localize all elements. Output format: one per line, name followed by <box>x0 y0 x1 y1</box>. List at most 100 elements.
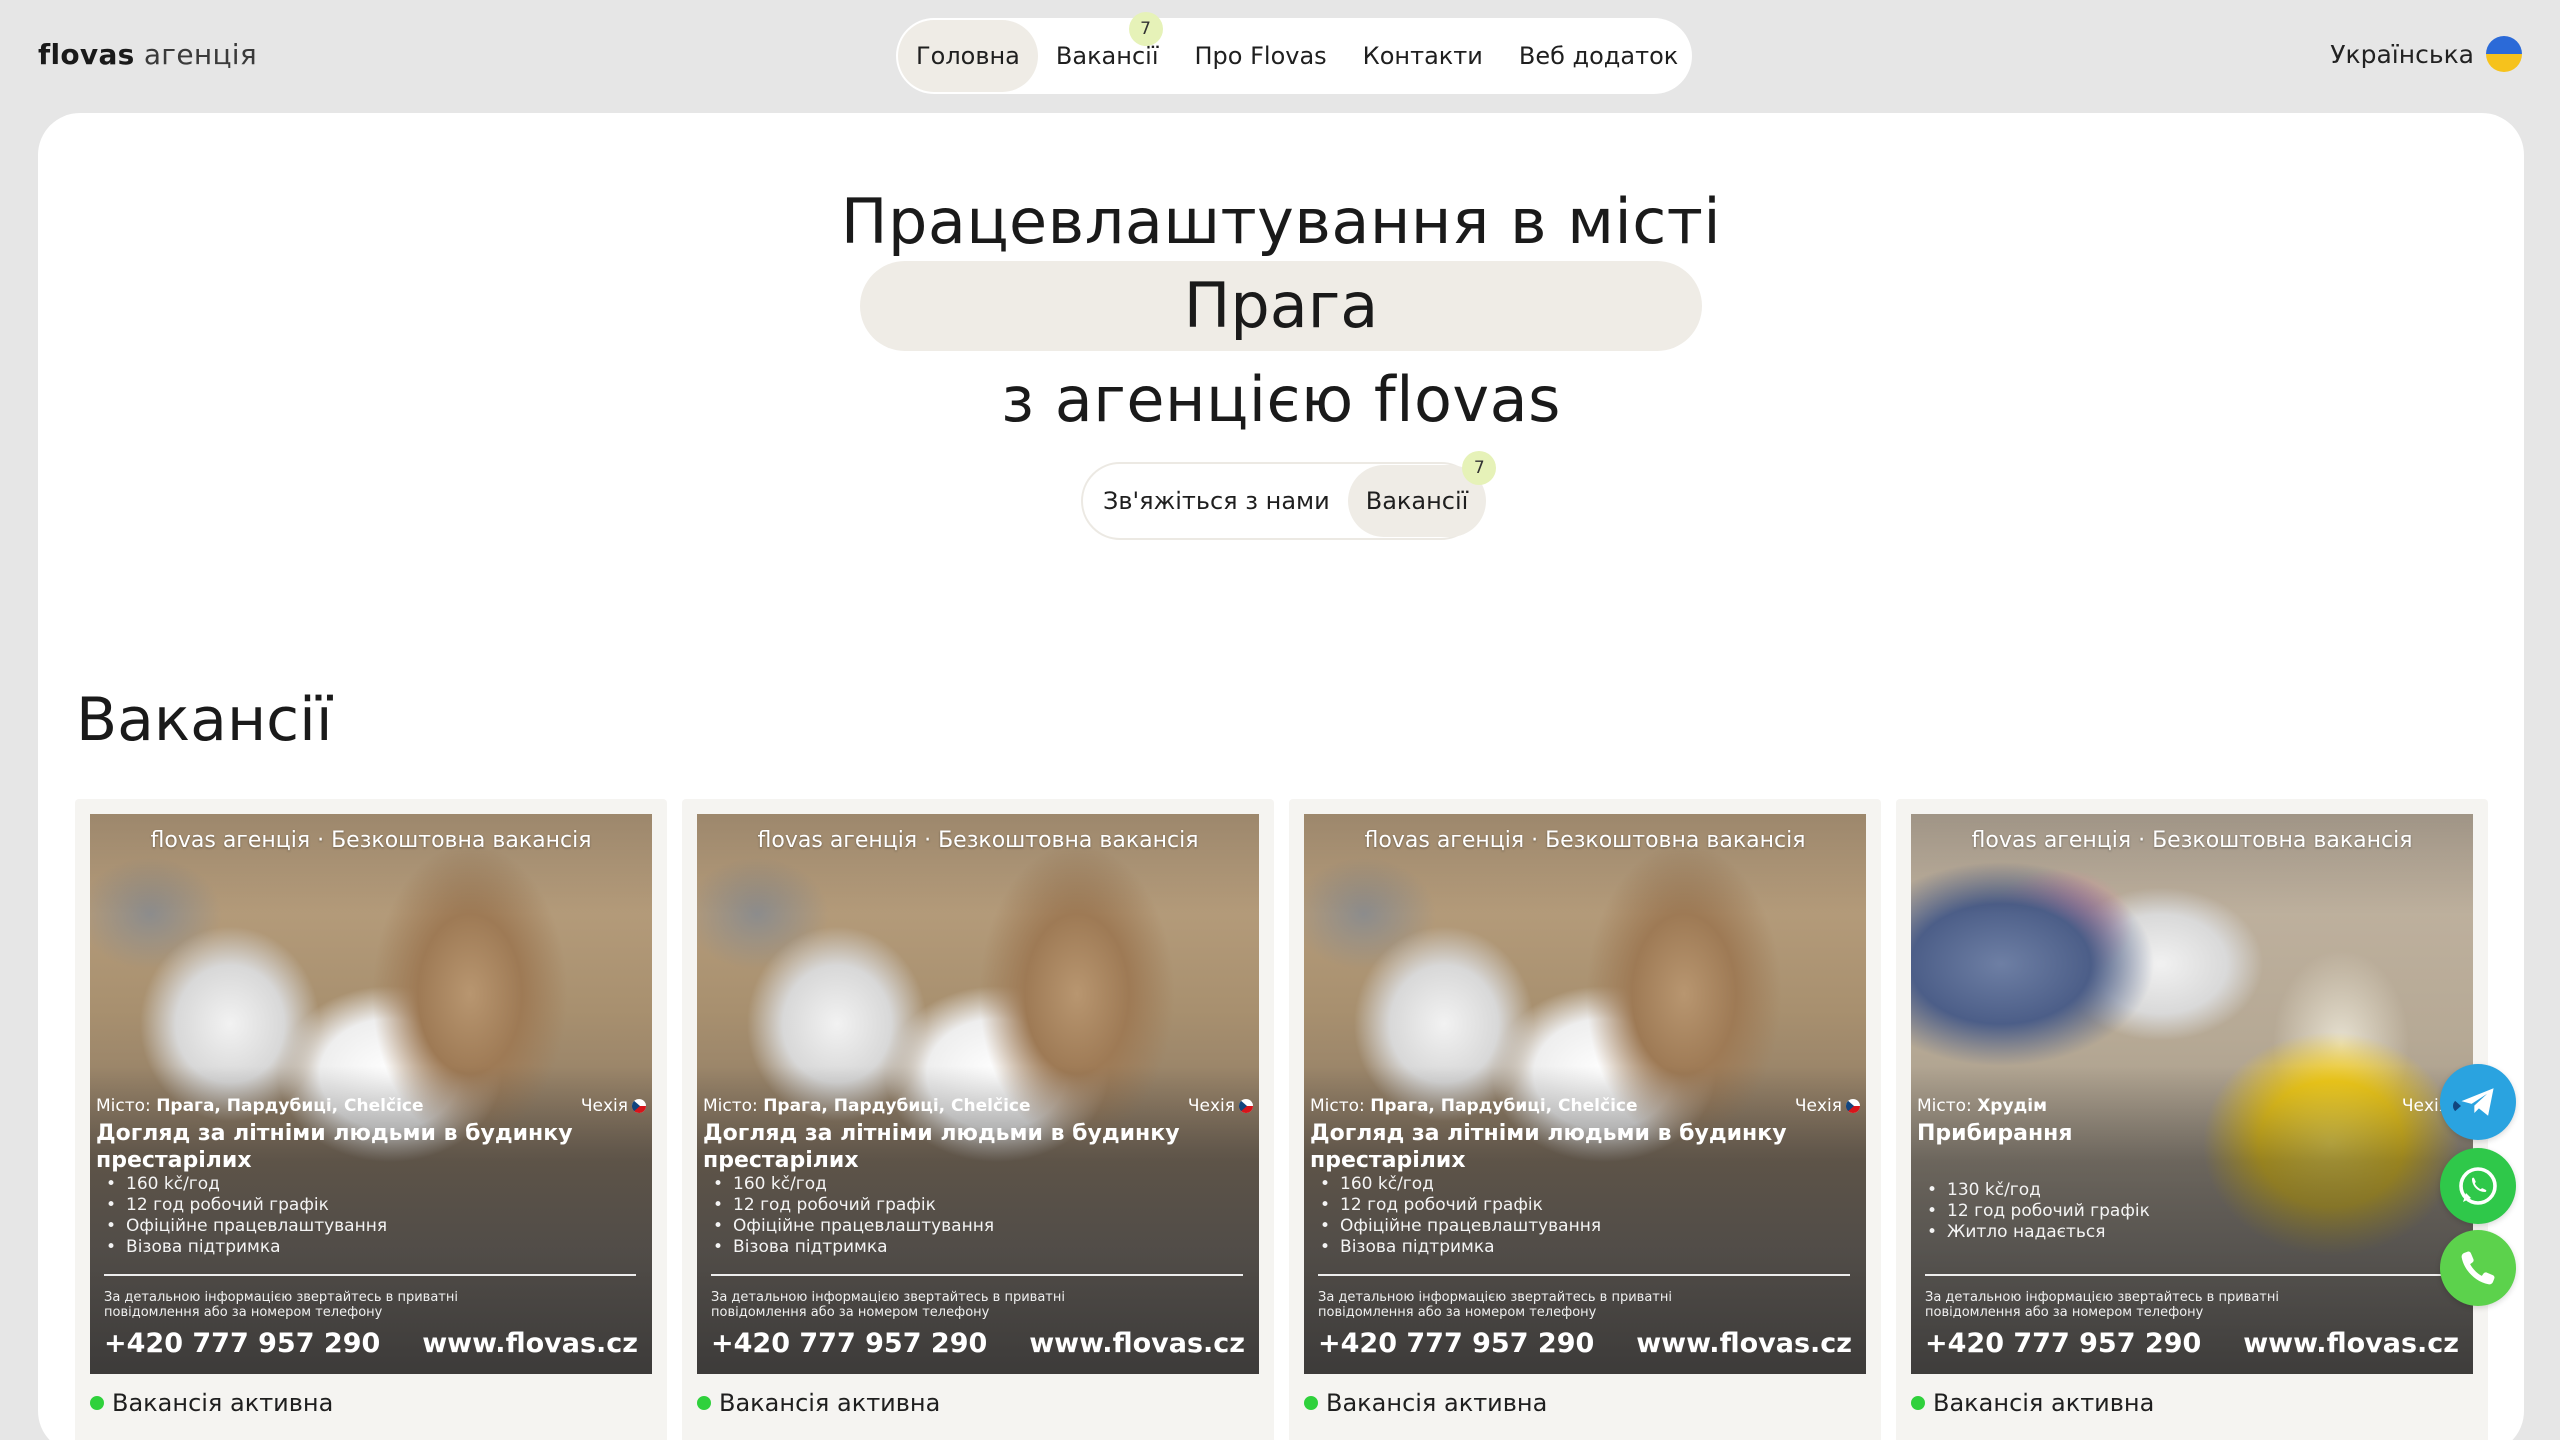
vacancy-banner: flovas агенція · Безкоштовна вакансія <box>150 828 592 853</box>
status-dot-icon <box>697 1396 711 1410</box>
benefit-item: Візова підтримка <box>106 1237 606 1258</box>
divider <box>711 1274 1243 1276</box>
hero-actions: Зв'яжіться з нами Вакансії 7 <box>1081 451 1497 540</box>
country-label: Чехія <box>1187 1096 1235 1116</box>
city-value: Прага, Пардубиці, Chelčice <box>1370 1096 1638 1116</box>
benefit-item: Візова підтримка <box>713 1237 1213 1258</box>
vacancy-note: За детальною інформацією звертайтесь в п… <box>1318 1290 1672 1320</box>
nav-item-label: Головна <box>916 42 1020 70</box>
vacancy-site: www.flovas.cz <box>1636 1328 1852 1359</box>
divider <box>104 1274 636 1276</box>
status-label: Вакансія активна <box>112 1389 334 1417</box>
benefit-item: Офіційне працевлаштування <box>106 1216 606 1237</box>
vacancy-image[interactable]: flovas агенція · Безкоштовна вакансія Мі… <box>90 814 652 1374</box>
vacancy-banner: flovas агенція · Безкоштовна вакансія <box>757 828 1199 853</box>
czech-flag-icon <box>1846 1099 1860 1113</box>
city-value: Хрудім <box>1977 1096 2047 1116</box>
nav-item-home[interactable]: Головна <box>898 20 1038 92</box>
vacancy-card[interactable]: flovas агенція · Безкоштовна вакансія Мі… <box>75 799 667 1440</box>
vacancy-note: За детальною інформацією звертайтесь в п… <box>1925 1290 2279 1320</box>
vacancy-country: Чехія <box>581 1096 646 1116</box>
vacancy-site: www.flovas.cz <box>422 1328 638 1359</box>
hero-city-pill: Прага <box>860 261 1702 351</box>
city-label: Місто: <box>1917 1096 1972 1116</box>
vacancies-section-title: Вакансії <box>76 685 333 755</box>
vacancy-phone: +420 777 957 290 <box>1925 1328 2202 1359</box>
whatsapp-icon <box>2459 1167 2497 1205</box>
vacancy-banner: flovas агенція · Безкоштовна вакансія <box>1364 828 1806 853</box>
vacancy-note: За детальною інформацією звертайтесь в п… <box>104 1290 458 1320</box>
vacancy-status: Вакансія активна <box>1304 1389 1547 1417</box>
city-value: Прага, Пардубиці, Chelčice <box>763 1096 1031 1116</box>
benefit-item: 12 год робочий графік <box>1927 1201 2427 1222</box>
vacancy-phone: +420 777 957 290 <box>1318 1328 1595 1359</box>
whatsapp-button[interactable] <box>2440 1148 2516 1224</box>
vacancy-image[interactable]: flovas агенція · Безкоштовна вакансія Мі… <box>1911 814 2473 1374</box>
language-label: Українська <box>2330 39 2474 69</box>
logo[interactable]: flovas агенція <box>38 38 257 71</box>
status-dot-icon <box>90 1396 104 1410</box>
vacancy-card-list: flovas агенція · Безкоштовна вакансія Мі… <box>75 799 2489 1440</box>
benefit-item: 160 kč/год <box>106 1174 606 1195</box>
status-label: Вакансія активна <box>1326 1389 1548 1417</box>
divider <box>1318 1274 1850 1276</box>
city-value: Прага, Пардубиці, Chelčice <box>156 1096 424 1116</box>
vacancy-card[interactable]: flovas агенція · Безкоштовна вакансія Мі… <box>682 799 1274 1440</box>
czech-flag-icon <box>1239 1099 1253 1113</box>
benefit-item: 12 год робочий графік <box>713 1195 1213 1216</box>
vacancy-city: Місто: Прага, Пардубиці, Chelčice <box>96 1096 424 1116</box>
vacancy-note: За детальною інформацією звертайтесь в п… <box>711 1290 1065 1320</box>
vacancy-city: Місто: Прага, Пардубиці, Chelčice <box>703 1096 1031 1116</box>
vacancy-title: Догляд за літніми людьми в будинку прест… <box>96 1121 573 1173</box>
nav-item-about[interactable]: Про Flovas <box>1177 20 1345 92</box>
nav-item-label: Про Flovas <box>1194 42 1327 70</box>
vacancies-count-badge: 7 <box>1462 451 1497 485</box>
language-switcher[interactable]: Українська <box>2330 36 2522 72</box>
vacancy-site: www.flovas.cz <box>2243 1328 2459 1359</box>
benefit-item: Житло надається <box>1927 1222 2427 1243</box>
benefit-item: 12 год робочий графік <box>106 1195 606 1216</box>
benefit-item: 130 kč/год <box>1927 1180 2427 1201</box>
vacancy-card[interactable]: flovas агенція · Безкоштовна вакансія Мі… <box>1896 799 2488 1440</box>
vacancy-title: Догляд за літніми людьми в будинку прест… <box>703 1121 1180 1173</box>
phone-icon <box>2461 1251 2495 1285</box>
hero-heading-line3: з агенцією flovas <box>1001 363 1561 436</box>
vacancy-phone: +420 777 957 290 <box>104 1328 381 1359</box>
vacancy-country: Чехія <box>1188 1096 1253 1116</box>
site-header: flovas агенція Головна Вакансії 7 Про Fl… <box>0 0 2560 112</box>
vacancy-country: Чехія <box>1795 1096 1860 1116</box>
logo-suffix: агенція <box>143 38 258 71</box>
benefit-item: 12 год робочий графік <box>1320 1195 1820 1216</box>
phone-button[interactable] <box>2440 1230 2516 1306</box>
vacancy-benefits: 160 kč/год 12 год робочий графік Офіційн… <box>1320 1174 1820 1258</box>
benefit-item: Візова підтримка <box>1320 1237 1820 1258</box>
vacancy-image[interactable]: flovas агенція · Безкоштовна вакансія Мі… <box>1304 814 1866 1374</box>
main-nav: Головна Вакансії 7 Про Flovas Контакти В… <box>896 12 1692 94</box>
vacancy-benefits: 160 kč/год 12 год робочий графік Офіційн… <box>713 1174 1213 1258</box>
contact-us-button[interactable]: Зв'яжіться з нами <box>1085 465 1348 537</box>
status-dot-icon <box>1304 1396 1318 1410</box>
ukraine-flag-icon <box>2486 36 2522 72</box>
divider <box>1925 1274 2457 1276</box>
nav-item-web-app[interactable]: Веб додаток <box>1501 20 1696 92</box>
vacancy-title: Прибирання <box>1917 1121 2073 1146</box>
nav-item-vacancies[interactable]: Вакансії 7 <box>1038 12 1177 92</box>
vacancies-button[interactable]: Вакансії 7 <box>1347 451 1497 537</box>
benefit-item: 160 kč/год <box>713 1174 1213 1195</box>
vacancy-city: Місто: Прага, Пардубиці, Chelčice <box>1310 1096 1638 1116</box>
vacancy-status: Вакансія активна <box>697 1389 940 1417</box>
vacancy-image[interactable]: flovas агенція · Безкоштовна вакансія Мі… <box>697 814 1259 1374</box>
vacancy-site: www.flovas.cz <box>1029 1328 1245 1359</box>
country-label: Чехія <box>580 1096 628 1116</box>
vacancy-banner: flovas агенція · Безкоштовна вакансія <box>1971 828 2413 853</box>
main-panel: Працевлаштування в місті Прага з агенціє… <box>38 113 2524 1440</box>
nav-item-contacts[interactable]: Контакти <box>1345 20 1501 92</box>
nav-item-label: Веб додаток <box>1518 42 1679 70</box>
status-dot-icon <box>1911 1396 1925 1410</box>
status-label: Вакансія активна <box>1933 1389 2155 1417</box>
telegram-icon <box>2461 1088 2494 1116</box>
nav-item-label: Вакансії <box>1055 42 1159 70</box>
telegram-button[interactable] <box>2440 1064 2516 1140</box>
czech-flag-icon <box>632 1099 646 1113</box>
vacancy-card[interactable]: flovas агенція · Безкоштовна вакансія Мі… <box>1289 799 1881 1440</box>
